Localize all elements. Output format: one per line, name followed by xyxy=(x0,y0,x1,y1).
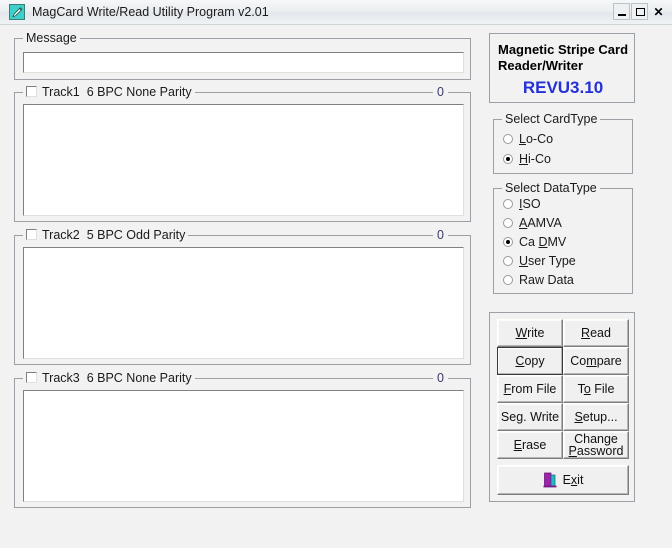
data-type-option-user-type[interactable]: User Type xyxy=(503,254,576,268)
data-type-iso-label: SO xyxy=(522,197,541,211)
data-type-user-type-label: ser Type xyxy=(528,254,576,268)
exit-door-icon xyxy=(543,472,557,488)
data-type-aamva-label: AMVA xyxy=(527,216,562,230)
action-button-panel: Write Read Copy Compare From File To Fil… xyxy=(489,312,635,502)
data-type-user-type-mnemonic: U xyxy=(519,254,529,268)
track1-info: 6 BPC None Parity xyxy=(86,85,192,99)
data-type-option-aamva[interactable]: AAMVA xyxy=(503,216,562,230)
card-type-hi-co-label: i-Co xyxy=(528,152,551,166)
track2-label: Track2 xyxy=(42,228,80,242)
track1-legend: Track1 6 BPC None Parity xyxy=(23,85,195,99)
card-type-hi-co-mnemonic: H xyxy=(519,152,529,166)
card-type-option-hi-co[interactable]: Hi-Co xyxy=(503,152,551,166)
minimize-icon xyxy=(618,14,626,16)
brand-title: Magnetic Stripe Card Reader/Writer xyxy=(498,42,630,74)
close-button[interactable]: ✕ xyxy=(649,3,668,20)
track3-info: 6 BPC None Parity xyxy=(86,371,192,385)
read-button[interactable]: Read xyxy=(563,319,629,347)
track3-checkbox[interactable] xyxy=(26,372,37,383)
card-type-lo-co-mnemonic: L xyxy=(519,132,526,146)
card-type-legend: Select CardType xyxy=(502,112,601,126)
app-window: MagCard Write/Read Utility Program v2.01… xyxy=(0,0,672,548)
radio-hi-co-icon xyxy=(503,154,513,164)
brand-revision: REVU3.10 xyxy=(522,78,604,97)
track1-count: 0 xyxy=(433,85,448,99)
radio-lo-co-icon xyxy=(503,134,513,144)
data-type-group: Select DataType ISO AAMVA Ca DMV User Ty… xyxy=(493,181,633,294)
to-file-button[interactable]: To File xyxy=(563,375,629,403)
track1-label: Track1 xyxy=(42,85,80,99)
data-type-option-ca-dmv[interactable]: Ca DMV xyxy=(503,235,566,249)
copy-button[interactable]: Copy xyxy=(497,347,563,375)
data-type-legend: Select DataType xyxy=(502,181,600,195)
data-type-ca-dmv-label-a: Ca xyxy=(519,235,539,249)
radio-raw-data-icon xyxy=(503,275,513,285)
change-password-line1: Change xyxy=(574,432,618,446)
pencil-glyph xyxy=(12,7,23,18)
setup-button[interactable]: Setup... xyxy=(563,403,629,431)
seg-write-button[interactable]: Seg. Write xyxy=(497,403,563,431)
card-type-option-lo-co[interactable]: Lo-Co xyxy=(503,132,553,146)
minimize-button[interactable] xyxy=(613,3,630,20)
radio-iso-icon xyxy=(503,199,513,209)
change-password-button[interactable]: Change Password xyxy=(563,431,629,459)
track3-count: 0 xyxy=(433,371,448,385)
from-file-button[interactable]: From File xyxy=(497,375,563,403)
radio-ca-dmv-icon xyxy=(503,237,513,247)
track1-textarea[interactable] xyxy=(23,104,464,216)
data-type-raw-data-label: Raw Data xyxy=(519,273,574,287)
message-legend: Message xyxy=(23,31,80,45)
card-type-group: Select CardType Lo-Co Hi-Co xyxy=(493,112,633,174)
pencil-card-icon xyxy=(9,4,25,20)
brand-line1: Magnetic Stripe Card xyxy=(498,42,629,57)
title-bar: MagCard Write/Read Utility Program v2.01… xyxy=(0,0,672,25)
data-type-option-iso[interactable]: ISO xyxy=(503,197,541,211)
track1-checkbox[interactable] xyxy=(26,86,37,97)
brand-line2: Reader/Writer xyxy=(498,58,584,73)
erase-button[interactable]: Erase xyxy=(497,431,563,459)
exit-button[interactable]: Exit xyxy=(497,465,629,495)
track2-count: 0 xyxy=(433,228,448,242)
window-title: MagCard Write/Read Utility Program v2.01 xyxy=(32,5,269,19)
write-button[interactable]: Write xyxy=(497,319,563,347)
track2-textarea[interactable] xyxy=(23,247,464,359)
message-input[interactable] xyxy=(23,52,464,73)
compare-button[interactable]: Compare xyxy=(563,347,629,375)
maximize-button[interactable] xyxy=(631,3,648,20)
radio-aamva-icon xyxy=(503,218,513,228)
track1-group: Track1 6 BPC None Parity 0 xyxy=(14,85,471,222)
track3-group: Track3 6 BPC None Parity 0 xyxy=(14,371,471,508)
track2-info: 5 BPC Odd Parity xyxy=(86,228,186,242)
track2-legend: Track2 5 BPC Odd Parity xyxy=(23,228,189,242)
track2-group: Track2 5 BPC Odd Parity 0 xyxy=(14,228,471,365)
track3-textarea[interactable] xyxy=(23,390,464,502)
window-controls: ✕ xyxy=(613,3,668,20)
data-type-option-raw-data[interactable]: Raw Data xyxy=(503,273,574,287)
card-type-lo-co-label: o-Co xyxy=(525,132,554,146)
track2-checkbox[interactable] xyxy=(26,229,37,240)
maximize-icon xyxy=(636,8,645,16)
close-icon: ✕ xyxy=(653,4,664,19)
radio-user-type-icon xyxy=(503,256,513,266)
brand-panel: Magnetic Stripe Card Reader/Writer REVU3… xyxy=(489,33,635,103)
message-group: Message xyxy=(14,31,471,80)
track3-legend: Track3 6 BPC None Parity xyxy=(23,371,195,385)
data-type-ca-dmv-label-b: MV xyxy=(547,235,567,249)
track3-label: Track3 xyxy=(42,371,80,385)
